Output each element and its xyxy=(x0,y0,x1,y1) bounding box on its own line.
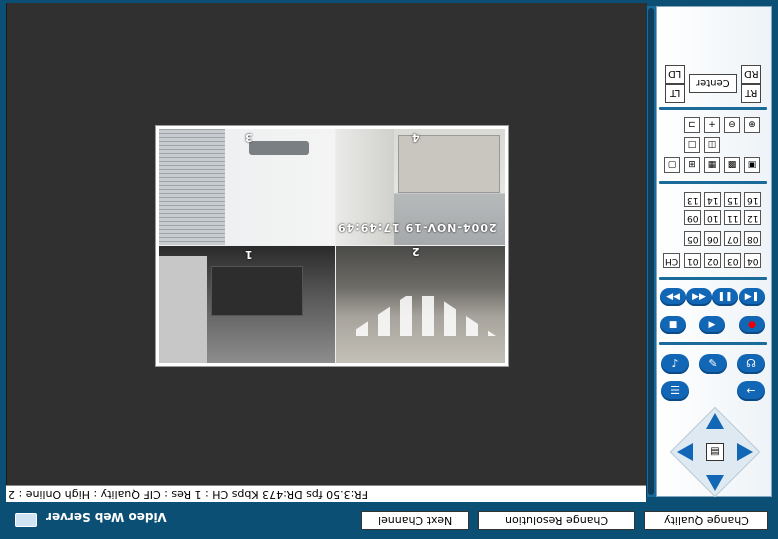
fast-forward-icon[interactable]: ▶▶ xyxy=(686,288,712,306)
equipment xyxy=(159,256,207,363)
split-view-icon[interactable]: ◫ xyxy=(704,137,720,153)
timestamp-overlay: 2004-NOV-19 17:49:49 xyxy=(337,221,497,234)
zoom-fit-icon[interactable]: ⊏ xyxy=(684,117,700,133)
status-text: FR:3.50 fps DR:473 Kbps CH : 1 Res : CIF… xyxy=(8,488,368,501)
ceiling-fixture xyxy=(249,141,309,155)
channel-button[interactable]: 16 xyxy=(744,192,761,207)
camera-label: 1 xyxy=(245,248,253,261)
panel-scrollbar[interactable] xyxy=(646,6,656,497)
channel-button[interactable]: 14 xyxy=(704,192,721,207)
panel-separator xyxy=(659,181,767,184)
change-quality-button[interactable]: Change Quality xyxy=(644,511,768,530)
status-bar: FR:3.50 fps DR:473 Kbps CH : 1 Res : CIF… xyxy=(6,485,646,502)
channel-button[interactable]: 03 xyxy=(724,253,741,268)
single-view-icon[interactable]: □ xyxy=(684,137,700,153)
channel-button[interactable]: 04 xyxy=(744,253,761,268)
view-1-icon[interactable]: ▢ xyxy=(664,157,680,173)
video-server-logo-icon xyxy=(15,513,37,527)
channel-button[interactable]: 06 xyxy=(704,231,721,246)
divider xyxy=(159,245,505,246)
camera-view-3[interactable]: 3 xyxy=(159,129,335,245)
channel-button[interactable]: 10 xyxy=(704,210,721,225)
divider xyxy=(335,129,336,363)
quad-grid: 3 4 1 2 2004-NOV-19 17:49:49 xyxy=(159,129,505,363)
channel-button[interactable]: 13 xyxy=(684,192,701,207)
zoom-in-icon[interactable]: + xyxy=(704,117,720,133)
document-icon[interactable]: ☰ xyxy=(661,381,689,401)
channel-ch-label: CH xyxy=(663,253,680,268)
camera-label: 4 xyxy=(412,131,420,144)
quad-view: 3 4 1 2 2004-NOV-19 17:49:49 xyxy=(155,125,509,367)
camera-label: 3 xyxy=(245,131,253,144)
ptz-center-button[interactable]: Center xyxy=(689,74,737,93)
channel-button[interactable]: 12 xyxy=(744,210,761,225)
channel-button[interactable]: 09 xyxy=(684,210,701,225)
channel-button[interactable]: 02 xyxy=(704,253,721,268)
channel-button[interactable]: 07 xyxy=(724,231,741,246)
audio-icon[interactable]: ♪ xyxy=(661,354,689,374)
change-resolution-button[interactable]: Change Resolution xyxy=(478,511,635,530)
ptz-rt-button[interactable]: RT xyxy=(741,84,761,103)
ptz-lt-button[interactable]: LT xyxy=(665,84,685,103)
panel-separator xyxy=(659,107,767,110)
rewind-icon[interactable]: ◀◀ xyxy=(660,288,686,306)
step-forward-icon[interactable]: ▶❚ xyxy=(739,288,765,306)
view-16-icon[interactable]: ▩ xyxy=(724,157,740,173)
arrow-up-icon[interactable] xyxy=(706,413,724,429)
back-icon[interactable]: ← xyxy=(737,381,765,401)
record-icon[interactable]: ● xyxy=(739,316,765,334)
channel-button[interactable]: 11 xyxy=(724,210,741,225)
next-channel-button[interactable]: Next Channel xyxy=(361,511,469,530)
zoom-plus-icon[interactable]: ⊕ xyxy=(744,117,760,133)
view-4-icon[interactable]: ⊞ xyxy=(684,157,700,173)
channel-button[interactable]: 08 xyxy=(744,231,761,246)
dpad-center-icon[interactable]: ▤ xyxy=(706,443,724,461)
device xyxy=(211,266,303,316)
pause-icon[interactable]: ❚❚ xyxy=(712,288,738,306)
arrow-right-icon[interactable] xyxy=(737,443,753,461)
settings-icon[interactable]: ✎ xyxy=(699,354,727,374)
view-pip-icon[interactable]: ▣ xyxy=(744,157,760,173)
arrow-left-icon[interactable] xyxy=(677,443,693,461)
panel-separator xyxy=(659,277,767,280)
channel-button[interactable]: 15 xyxy=(724,192,741,207)
panel-separator xyxy=(659,342,767,345)
microphone-icon[interactable]: ☊ xyxy=(737,354,765,374)
stop-icon[interactable]: ■ xyxy=(660,316,686,334)
ptz-ld-button[interactable]: LD xyxy=(665,65,685,84)
window-blinds xyxy=(159,129,225,245)
camera-view-1[interactable]: 1 xyxy=(159,246,335,363)
arrow-down-icon[interactable] xyxy=(706,475,724,491)
video-display: 3 4 1 2 2004-NOV-19 17:49:49 xyxy=(6,3,647,485)
app-title: Video Web Server xyxy=(46,510,167,524)
ptz-dpad: ▤ xyxy=(669,406,761,498)
channel-button[interactable]: 01 xyxy=(684,253,701,268)
view-9-icon[interactable]: ▦ xyxy=(704,157,720,173)
zoom-out-icon[interactable]: ⊖ xyxy=(724,117,740,133)
ptz-rd-button[interactable]: RD xyxy=(741,65,761,84)
play-icon[interactable]: ▶ xyxy=(699,316,725,334)
scroll-thumb[interactable] xyxy=(648,8,654,495)
channel-button[interactable]: 05 xyxy=(684,231,701,246)
